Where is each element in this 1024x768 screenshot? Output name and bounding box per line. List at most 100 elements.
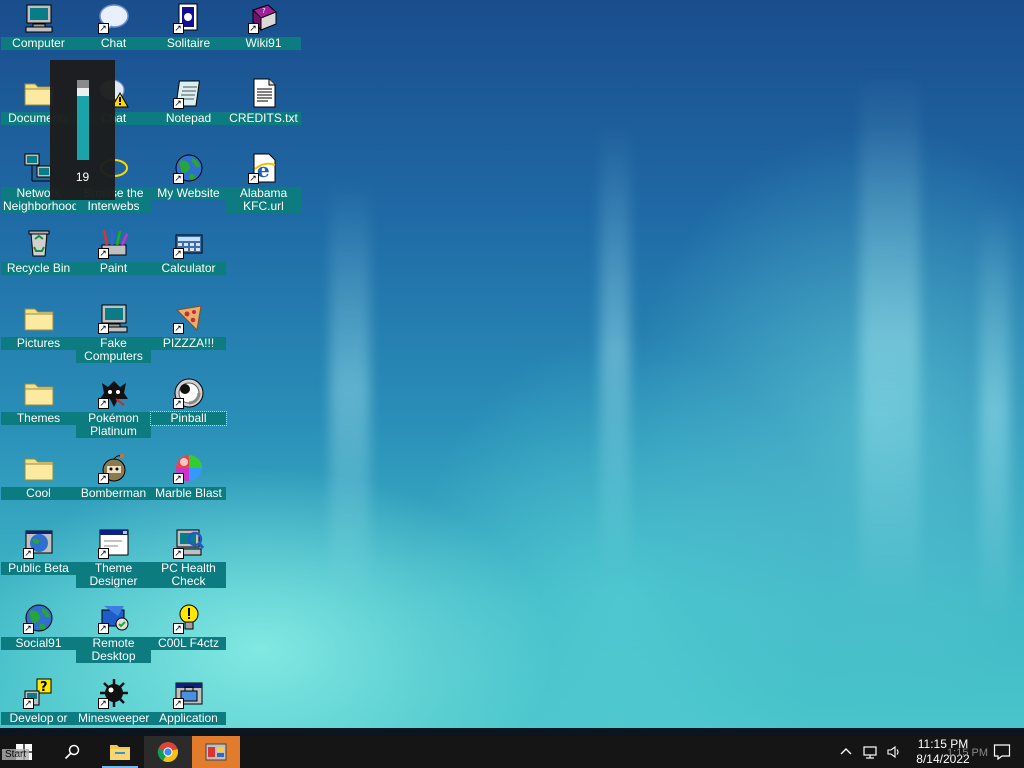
desktop-icon-label: Pinball: [150, 411, 227, 426]
desktop-icon-chat[interactable]: ↗ Chat: [76, 0, 151, 50]
folder-taskbar-icon: [110, 745, 130, 760]
folder-icon: [23, 452, 55, 484]
desktop-icon-computer[interactable]: Computer: [1, 0, 76, 50]
text-file-icon: [248, 77, 280, 109]
taskbar-clock[interactable]: 11:15 PM 8/14/2022 1:15 PM: [906, 737, 988, 767]
desktop-icon-label: Themes: [1, 412, 76, 425]
desktop-icon-pictures[interactable]: Pictures: [1, 300, 76, 350]
shortcut-arrow-icon: ↗: [172, 473, 184, 484]
desktop-icon-label: Paint: [76, 262, 151, 275]
start-button[interactable]: Start: [0, 736, 48, 768]
marble-icon: ↗: [172, 452, 205, 484]
desktop-icon-alabama-kfc-url[interactable]: e ↗ Alabama KFC.url: [226, 150, 301, 213]
volume-slider[interactable]: [77, 80, 89, 160]
desktop-icon-label: PC Health Check: [151, 562, 226, 588]
desktop-icon-label: Minesweeper: [76, 711, 151, 725]
search-button[interactable]: [48, 736, 96, 768]
desktop-icon-recycle-bin[interactable]: Recycle Bin: [1, 225, 76, 275]
desktop-icon-label: Theme Designer: [76, 562, 151, 588]
desktop-icon-solitaire[interactable]: ↗ Solitaire: [151, 0, 226, 50]
speaker-icon: [887, 745, 899, 759]
shortcut-arrow-icon: ↗: [172, 23, 184, 34]
desktop-icon-c00l-f4ctz[interactable]: ↗ C00L F4ctz: [151, 600, 226, 650]
volume-popup[interactable]: 19: [50, 60, 115, 200]
globe-icon: ↗: [22, 602, 55, 634]
desktop-icon-marble-blast[interactable]: ↗ Marble Blast: [151, 450, 226, 500]
taskbar-chrome[interactable]: [144, 736, 192, 768]
volume-fill: [77, 96, 89, 160]
globe-icon: ↗: [172, 152, 205, 184]
desktop-icon-pizzza[interactable]: ↗ PIZZZA!!!: [151, 300, 226, 350]
desktop-icon-label: Recycle Bin: [1, 262, 76, 275]
desktop-icon-minesweeper[interactable]: ↗ Minesweeper: [76, 675, 151, 725]
volume-thumb[interactable]: [77, 88, 89, 96]
mine-icon: ↗: [97, 677, 130, 709]
desktop-icon-label: PIZZZA!!!: [151, 337, 226, 350]
desktop-icon-label: CREDITS.txt: [226, 112, 301, 125]
solitaire-icon: ↗: [172, 2, 205, 34]
shortcut-arrow-icon: ↗: [172, 548, 184, 559]
recycle-bin-icon: [23, 227, 55, 259]
network-tray-button[interactable]: [858, 736, 882, 768]
shortcut-arrow-icon: ↗: [97, 248, 109, 259]
pinball-icon: ↗: [172, 377, 205, 409]
desktop-icon-label: My Website: [151, 187, 226, 200]
desktop[interactable]: Computer ↗ Chat ↗ Solitaire? ↗ Wiki91 Documents…: [0, 0, 1024, 728]
shortcut-arrow-icon: ↗: [97, 473, 109, 484]
desktop-icon-pc-health-check[interactable]: ↗ PC Health Check: [151, 525, 226, 588]
desktop-icon-paint[interactable]: ↗ Paint: [76, 225, 151, 275]
shortcut-arrow-icon: ↗: [172, 398, 184, 409]
desktop-icon-my-website[interactable]: ↗ My Website: [151, 150, 226, 200]
volume-value: 19: [75, 170, 90, 184]
application-icon: ↗: [172, 677, 205, 709]
desktop-icon-develop-or[interactable]: ? ↗ Develop or: [1, 675, 76, 725]
volume-tray-button[interactable]: [882, 736, 906, 768]
desktop-icon-bomberman[interactable]: ↗ Bomberman: [76, 450, 151, 500]
pokemon-icon: ↗: [97, 377, 130, 409]
desktop-icon-label: Wiki91: [226, 37, 301, 50]
desktop-icon-credits-txt[interactable]: CREDITS.txt: [226, 75, 301, 125]
desktop-icon-wiki91[interactable]: ? ↗ Wiki91: [226, 0, 301, 50]
desktop-icon-label: Public Beta: [1, 562, 76, 575]
search-icon: [64, 744, 80, 760]
desktop-icon-cool[interactable]: Cool: [1, 450, 76, 500]
desktop-icon-notepad[interactable]: ↗ Notepad: [151, 75, 226, 125]
desktop-icon-theme-designer[interactable]: ↗ Theme Designer: [76, 525, 151, 588]
desktop-icon-themes[interactable]: Themes: [1, 375, 76, 425]
chevron-up-icon: [840, 748, 852, 755]
desktop-icon-application[interactable]: ↗ Application: [151, 675, 226, 725]
shortcut-arrow-icon: ↗: [22, 698, 34, 709]
taskbar-file-explorer[interactable]: [96, 736, 144, 768]
chrome-icon: [157, 742, 178, 763]
computer-icon: ↗: [97, 302, 130, 334]
desktop-icon-pinball[interactable]: ↗ Pinball: [150, 375, 227, 426]
desktop-icon-social91[interactable]: ↗ Social91: [1, 600, 76, 650]
desktop-icon-fake-computers[interactable]: ↗ Fake Computers: [76, 300, 151, 363]
desktop-icon-calculator[interactable]: ↗ Calculator: [151, 225, 226, 275]
health-check-icon: ↗: [172, 527, 205, 559]
chat-bubble-icon: ↗: [97, 2, 130, 34]
network-icon: [863, 746, 877, 759]
desktop-icon-label: Marble Blast: [151, 487, 226, 500]
shortcut-arrow-icon: ↗: [172, 248, 184, 259]
desktop-icon-public-beta[interactable]: ↗ Public Beta: [1, 525, 76, 575]
desktop-icon-label: Bomberman: [76, 487, 151, 500]
shortcut-arrow-icon: ↗: [172, 173, 184, 184]
folder-icon: [23, 302, 55, 334]
shortcut-arrow-icon: ↗: [22, 623, 34, 634]
bomberman-icon: ↗: [97, 452, 130, 484]
shortcut-arrow-icon: ↗: [172, 623, 184, 634]
show-hidden-icons-button[interactable]: [834, 736, 858, 768]
lightbulb-icon: ↗: [172, 602, 205, 634]
notification-icon: [993, 744, 1011, 761]
desktop-icon-label: Computer: [1, 37, 76, 50]
shortcut-arrow-icon: ↗: [97, 698, 109, 709]
ie-url-icon: e ↗: [247, 152, 280, 184]
help-icon: ? ↗: [22, 677, 55, 709]
taskbar-app-orange[interactable]: [192, 736, 240, 768]
shortcut-arrow-icon: ↗: [247, 173, 259, 184]
desktop-icon-pok-mon-platinum[interactable]: ↗ Pokémon Platinum: [76, 375, 151, 438]
globe-window-icon: ↗: [22, 527, 55, 559]
desktop-icon-label: Remote Desktop: [76, 637, 151, 663]
desktop-icon-remote-desktop[interactable]: ↗ Remote Desktop: [76, 600, 151, 663]
